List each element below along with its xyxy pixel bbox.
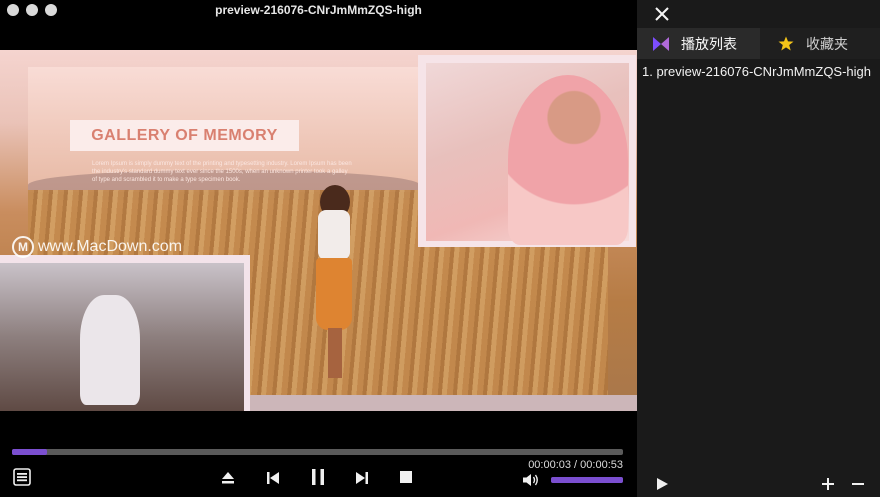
volume-button[interactable]	[522, 472, 540, 488]
volume-slider-fill	[551, 477, 623, 483]
video-banner-title: GALLERY OF MEMORY	[91, 127, 278, 144]
playlist-toggle-button[interactable]	[12, 467, 32, 487]
sidebar-footer	[637, 471, 880, 497]
add-icon	[822, 478, 834, 490]
pause-button[interactable]	[307, 466, 329, 488]
add-button[interactable]	[821, 477, 835, 491]
time-display: 00:00:03 / 00:00:53	[528, 459, 623, 471]
star-icon	[778, 36, 794, 51]
next-button[interactable]	[352, 468, 372, 488]
window-title: preview-216076-CNrJmMmZQS-high	[215, 3, 422, 17]
tab-favorites-label: 收藏夹	[806, 36, 848, 53]
eject-button[interactable]	[218, 468, 238, 488]
volume-icon	[523, 474, 538, 486]
play-icon	[656, 478, 668, 490]
volume-slider[interactable]	[551, 477, 623, 483]
tab-playlist[interactable]: 播放列表	[637, 28, 760, 59]
playlist-sidebar: 播放列表 收藏夹 1. preview-216076-CNrJmMmZQS-hi…	[637, 0, 880, 497]
watermark-logo-icon: M	[12, 236, 34, 258]
video-strip	[250, 395, 637, 411]
playlist-icon	[13, 468, 31, 486]
stop-button[interactable]	[397, 468, 415, 486]
title-bar: preview-216076-CNrJmMmZQS-high	[0, 0, 637, 22]
remove-button[interactable]	[851, 477, 865, 491]
previous-icon	[267, 472, 279, 484]
list-item[interactable]: 1. preview-216076-CNrJmMmZQS-high	[642, 62, 878, 82]
eject-icon	[222, 472, 234, 484]
progress-bar[interactable]	[12, 449, 623, 455]
watermark: M www.MacDown.com	[12, 236, 182, 258]
next-icon	[356, 472, 368, 484]
close-sidebar-button[interactable]	[653, 5, 671, 23]
video-photo-left	[0, 255, 250, 411]
pause-icon	[312, 469, 324, 485]
player-window: preview-216076-CNrJmMmZQS-high GALLERY O…	[0, 0, 637, 497]
progress-bar-fill	[12, 449, 47, 455]
sidebar-tabs: 播放列表 收藏夹	[637, 28, 880, 59]
video-frame[interactable]: GALLERY OF MEMORY Lorem Ipsum is simply …	[0, 50, 637, 411]
close-icon	[655, 7, 669, 21]
tab-playlist-label: 播放列表	[681, 36, 737, 53]
stop-icon	[400, 471, 412, 483]
bowtie-logo-icon	[653, 36, 669, 51]
watermark-text: www.MacDown.com	[38, 238, 183, 255]
video-photo-right	[418, 55, 636, 247]
play-selected-button[interactable]	[655, 477, 669, 491]
playlist: 1. preview-216076-CNrJmMmZQS-high	[642, 62, 878, 82]
tab-favorites[interactable]: 收藏夹	[760, 28, 880, 59]
video-banner: GALLERY OF MEMORY	[70, 120, 299, 151]
previous-button[interactable]	[263, 468, 283, 488]
remove-icon	[852, 483, 864, 485]
video-woman-figure	[308, 180, 358, 380]
